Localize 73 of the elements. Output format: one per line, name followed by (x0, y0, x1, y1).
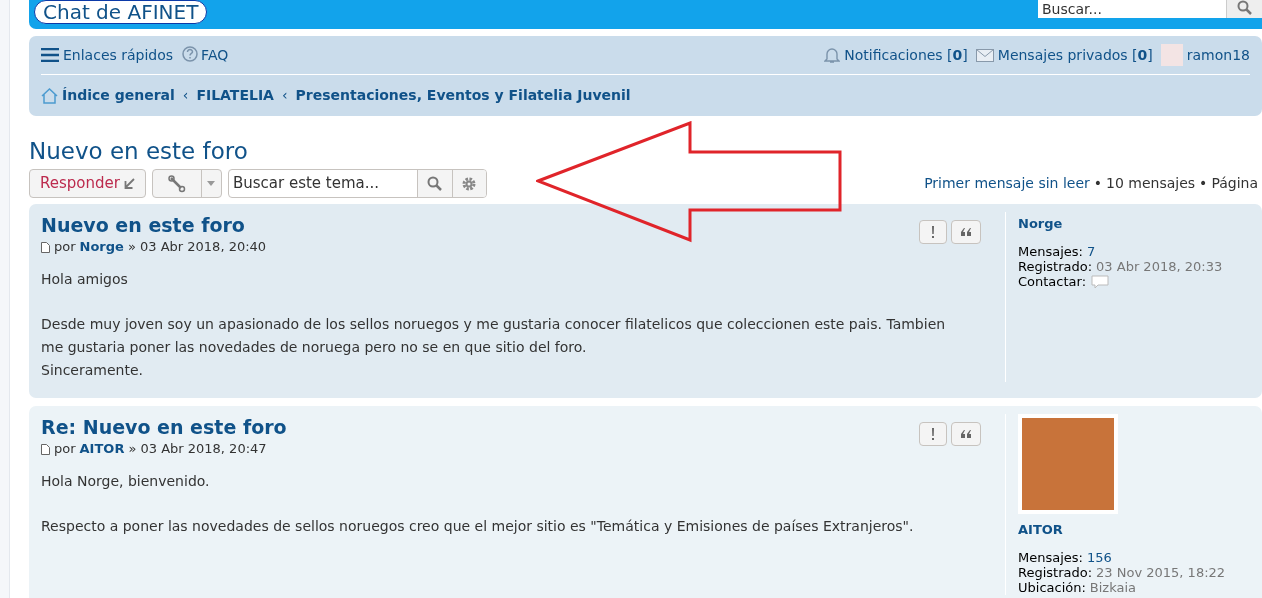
search-button[interactable] (416, 170, 452, 197)
quote-icon (960, 430, 972, 438)
exclamation-icon (931, 428, 935, 440)
profile-label: Contactar: (1018, 274, 1087, 289)
tools-dropdown[interactable] (151, 169, 222, 198)
report-button[interactable] (919, 220, 947, 244)
profile-label: Registrado: (1018, 565, 1093, 580)
author-link[interactable]: Norge (79, 238, 124, 256)
envelope-icon (975, 48, 994, 62)
bullet-separator: • (1199, 174, 1208, 193)
menu-icon (41, 48, 59, 62)
search-field[interactable]: Buscar... (1038, 0, 1226, 18)
profile-label: Registrado: (1018, 259, 1093, 274)
profile-value: 23 Nov 2015, 18:22 (1096, 565, 1226, 580)
post-paragraph: Hola Norge, bienvenido. (41, 472, 211, 491)
profile-label: Mensajes: (1018, 550, 1083, 565)
profile-link[interactable]: 7 (1086, 244, 1096, 259)
author-link[interactable]: AITOR (79, 440, 125, 458)
breadcrumb-link[interactable]: FILATELIA (196, 85, 274, 106)
profile-value: Bizkaia (1089, 580, 1137, 595)
breadcrumb-link[interactable]: Presentaciones, Eventos y Filatelia Juvenil (295, 85, 631, 106)
byline-label: por (54, 238, 76, 256)
breadcrumb-separator: ‹ (281, 86, 288, 105)
profile-link[interactable]: 156 (1086, 550, 1112, 565)
first-unread-link[interactable]: Primer mensaje sin leer (924, 173, 1090, 194)
search-icon (1236, 0, 1253, 16)
document-icon (41, 241, 50, 253)
advanced-search-button[interactable] (451, 170, 486, 197)
quote-icon (960, 228, 972, 236)
breadcrumb-separator: ‹ (182, 86, 189, 105)
reply-button[interactable]: Responder (29, 169, 146, 198)
profile-name-link[interactable]: AITOR (1018, 518, 1226, 542)
report-button[interactable] (919, 422, 947, 446)
post-date: » 03 Abr 2018, 20:40 (127, 238, 267, 256)
post-title[interactable]: Nuevo en este foro (41, 212, 267, 238)
search-button[interactable] (1226, 0, 1262, 18)
profile-label: Mensajes: (1018, 244, 1083, 259)
profile-name-link[interactable]: Norge (1018, 212, 1223, 236)
notifications-link[interactable]: Notificaciones [0] (824, 44, 968, 66)
post-paragraph: Desde muy joven soy un apasionado de los sellos noruegos y me gustaria conocer filatelicos que coleccionen este pais. Tambien me gustaria poner las novedades de noruega pero no se en que sitio del foro. Sinceramente. (41, 315, 947, 380)
bullet-separator: • (1093, 174, 1103, 193)
byline-label: por (54, 440, 76, 458)
caret-icon (207, 181, 216, 186)
post-paragraph: Hola amigos (41, 270, 129, 289)
topic-search-box[interactable]: Buscar este tema... (227, 169, 487, 198)
profile-label: Ubicación: (1018, 580, 1086, 595)
bell-icon (824, 46, 841, 64)
post-date: » 03 Abr 2018, 20:47 (128, 440, 267, 458)
search-box[interactable]: Buscar... (1038, 0, 1262, 18)
search-icon (426, 175, 443, 192)
topic-stat: Página (1211, 174, 1258, 193)
gear-icon (461, 175, 478, 192)
wrench-icon (167, 174, 186, 193)
quote-button[interactable] (951, 220, 981, 244)
faq-link[interactable]: FAQ (181, 44, 229, 66)
exclamation-icon (931, 226, 935, 238)
topic-title[interactable]: Nuevo en este foro (29, 136, 1262, 166)
help-icon (181, 46, 200, 64)
private-messages-link[interactable]: Mensajes privados [0] (975, 44, 1153, 66)
user-avatar-placeholder (1160, 44, 1183, 66)
topic-search-field[interactable]: Buscar este tema... (228, 170, 417, 197)
arrow-icon (123, 178, 135, 189)
profile-value: 03 Abr 2018, 20:33 (1096, 259, 1223, 274)
document-icon (41, 443, 50, 455)
breadcrumb-link[interactable]: Índice general (62, 85, 175, 106)
user-menu[interactable]: ramon18 (1160, 44, 1250, 66)
site-logo[interactable]: Chat de AFINET (34, 0, 208, 24)
post-title[interactable]: Re: Nuevo en este foro (41, 414, 287, 440)
quote-button[interactable] (951, 422, 981, 446)
quick-links-menu[interactable]: Enlaces rápidos (41, 44, 174, 66)
home-icon (41, 87, 58, 104)
topic-stat: 10 mensajes (1106, 174, 1196, 193)
post-paragraph: Respecto a poner las novedades de sellos noruegos creo que el mejor sitio es "Temática y Emisiones de países Extranjeros". (41, 517, 915, 536)
